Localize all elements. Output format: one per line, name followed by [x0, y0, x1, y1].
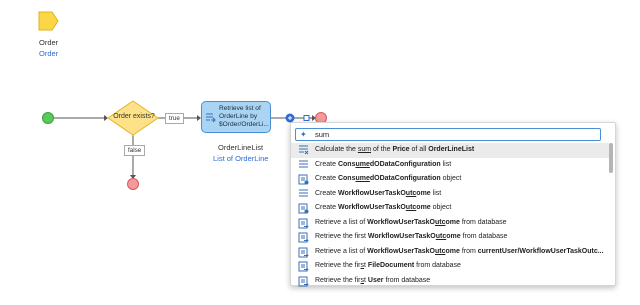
suggestion-item[interactable]: Retrieve the first WorkflowUserTaskOutco…: [291, 230, 609, 245]
parameter-name: Order: [39, 38, 59, 47]
suggestion-label: Retrieve the first WorkflowUserTaskOutco…: [315, 233, 508, 240]
retrieve-icon: [298, 232, 309, 245]
suggestion-label: Retrieve a list of WorkflowUserTaskOutco…: [315, 247, 604, 255]
suggestion-item[interactable]: Retrieve a list of WorkflowUserTaskOutco…: [291, 245, 609, 260]
sparkle-icon: ✦: [300, 130, 307, 139]
suggestion-label: Calculate the sum of the Price of all Or…: [315, 146, 475, 153]
retrieve-icon: [298, 261, 309, 274]
action-suggestion-popup: ✦ sum Calculate the sum of the Price of …: [290, 122, 616, 286]
object-icon: [298, 203, 309, 216]
suggestion-item[interactable]: Calculate the sum of the Price of all Or…: [291, 143, 609, 158]
output-variable-name: OrderLineList: [218, 143, 264, 152]
suggestion-item[interactable]: Retrieve a list of WorkflowUserTaskOutco…: [291, 216, 609, 231]
decision-label: Order exists?: [113, 113, 155, 120]
suggestion-item[interactable]: Retrieve the first User from database: [291, 274, 609, 289]
object-icon: [298, 174, 309, 187]
true-label: true: [165, 113, 184, 124]
suggestion-label: Retrieve the first FileDocument from dat…: [315, 262, 461, 269]
parameter-type[interactable]: Order: [39, 49, 58, 58]
false-label: false: [124, 145, 146, 156]
end-event-false[interactable]: [127, 178, 139, 190]
retrieve-icon: [298, 276, 309, 289]
retrieve-activity[interactable]: Retrieve list of OrderLine by $Order/Ord…: [201, 101, 271, 133]
suggestion-item[interactable]: Create WorkflowUserTaskOutcome list: [291, 187, 609, 202]
suggestion-item[interactable]: Create ConsumedODataConfiguration list: [291, 158, 609, 173]
retrieve-icon: [298, 247, 309, 260]
list-icon: [298, 188, 309, 202]
aggregate-icon: [298, 145, 309, 158]
suggestion-label: Create ConsumedODataConfiguration object: [315, 175, 462, 182]
suggestion-label: Create ConsumedODataConfiguration list: [315, 160, 452, 168]
suggestion-label: Retrieve a list of WorkflowUserTaskOutco…: [315, 218, 507, 226]
suggestion-label: Create WorkflowUserTaskOutcome list: [315, 189, 442, 197]
suggestion-label: Create WorkflowUserTaskOutcome object: [315, 204, 452, 211]
list-icon: [298, 159, 309, 173]
suggestion-item[interactable]: Create ConsumedODataConfiguration object: [291, 172, 609, 187]
suggestion-item[interactable]: Retrieve the first FileDocument from dat…: [291, 259, 609, 274]
suggestion-item[interactable]: Create WorkflowUserTaskOutcome object: [291, 201, 609, 216]
output-variable-type[interactable]: List of OrderLine: [213, 154, 268, 163]
parameter-icon[interactable]: [38, 11, 59, 31]
start-event[interactable]: [42, 112, 54, 124]
suggestion-list: Calculate the sum of the Price of all Or…: [291, 143, 609, 288]
activity-caption: Retrieve list of OrderLine by $Order/Ord…: [219, 105, 269, 128]
suggestion-label: Retrieve the first User from database: [315, 276, 431, 284]
scrollbar[interactable]: [609, 143, 613, 173]
retrieve-icon: [298, 218, 309, 231]
action-search-input[interactable]: ✦ sum: [295, 128, 601, 141]
search-value: sum: [315, 130, 330, 139]
connection-handle[interactable]: [303, 115, 310, 121]
retrieve-icon: [205, 111, 216, 129]
